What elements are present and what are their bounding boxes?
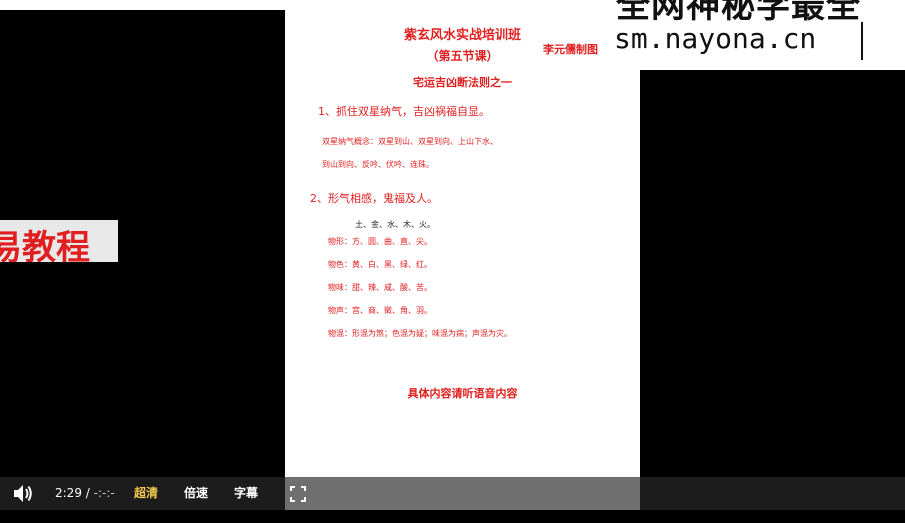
slide-row: 物形：方、圆、曲、直、尖。 xyxy=(328,236,432,247)
watermark-url: sm.nayona.cn xyxy=(614,22,817,55)
slide-row: 物味：甜、辣、咸、酸、苦。 xyxy=(328,282,432,293)
row-label: 物味： xyxy=(328,283,352,292)
subtitle-button[interactable]: 字幕 xyxy=(234,477,258,510)
slide-row: 物声：宫、商、徵、角、羽。 xyxy=(328,305,432,316)
slide-bottom-note: 具体内容请听语音内容 xyxy=(407,387,518,400)
row-value: 黄、白、黑、绿、红。 xyxy=(352,260,432,269)
row-label: 物形： xyxy=(328,237,352,246)
duration: -:-:- xyxy=(93,486,115,500)
slide-document: 紫玄风水实战培训班 （第五节课） 李元儒制图 宅运吉凶断法则之一 1、抓住双星纳… xyxy=(285,10,640,477)
row-label: 物混： xyxy=(328,329,352,338)
row-value: 甜、辣、咸、酸、苦。 xyxy=(352,283,432,292)
player-controls: 2:29 / -:-:- 超清 倍速 字幕 xyxy=(0,477,905,510)
volume-button[interactable] xyxy=(12,477,36,510)
left-badge-text: 易教程 xyxy=(0,228,90,262)
fullscreen-button[interactable] xyxy=(289,477,307,510)
text-cursor xyxy=(861,22,863,60)
slide-point-2: 2、形气相感，鬼福及人。 xyxy=(310,192,438,205)
row-value: 宫、商、徵、角、羽。 xyxy=(352,306,432,315)
slide-section-title: 宅运吉凶断法则之一 xyxy=(413,76,512,89)
volume-icon xyxy=(14,485,32,502)
slide-row: 物混：形混为煞；色混为疑；味混为病；声混为灾。 xyxy=(328,328,512,339)
row-value: 形混为煞；色混为疑；味混为病；声混为灾。 xyxy=(352,329,512,338)
slide-row: 物色：黄、白、黑、绿、红。 xyxy=(328,259,432,270)
row-label: 物声： xyxy=(328,306,352,315)
watermark-overlay: 全网神秘学最全 sm.nayona.cn xyxy=(606,0,905,70)
slide-point-1-line-2: 到山到向、反吟、伏吟、连珠。 xyxy=(322,160,434,169)
slide-point-1: 1、抓住双星纳气，吉凶祸福自显。 xyxy=(318,105,490,118)
quality-button[interactable]: 超清 xyxy=(134,477,158,510)
slide-point-1-line-1: 双星纳气概念：双星到山、双星到向、上山下水、 xyxy=(322,137,498,146)
time-separator: / xyxy=(85,486,90,500)
left-badge: 易教程 xyxy=(0,220,118,262)
current-time: 2:29 xyxy=(55,486,82,500)
row-label: 物色： xyxy=(328,260,352,269)
speed-button[interactable]: 倍速 xyxy=(184,477,208,510)
controls-highlight xyxy=(285,477,640,510)
fullscreen-icon xyxy=(290,486,306,502)
time-display: 2:29 / -:-:- xyxy=(55,477,115,510)
slide-wuxing: 土、金、水、木、火。 xyxy=(355,220,435,229)
row-value: 方、圆、曲、直、尖。 xyxy=(352,237,432,246)
slide-author: 李元儒制图 xyxy=(543,43,598,56)
